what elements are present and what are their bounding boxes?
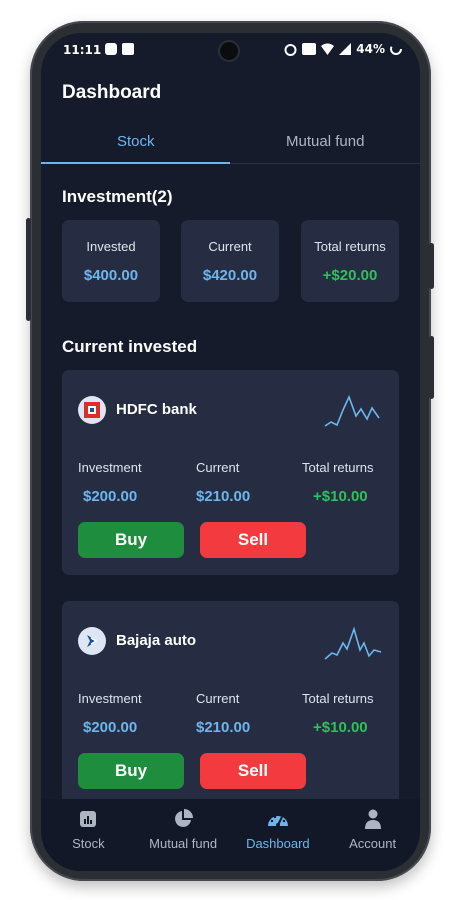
- total-returns-card: Total returns +$20.00: [301, 220, 399, 302]
- sell-button[interactable]: Sell: [200, 522, 306, 558]
- holding-name: HDFC bank: [116, 401, 197, 418]
- total-returns-label: Total returns: [314, 239, 386, 254]
- total-returns-label: Total returns: [302, 691, 374, 706]
- nav-account[interactable]: Account: [325, 807, 420, 851]
- signal-icon: [339, 43, 352, 55]
- volume-button: [26, 218, 31, 321]
- chart-icon: [41, 807, 136, 831]
- speedometer-icon: [231, 807, 326, 831]
- page-title: Dashboard: [62, 82, 162, 103]
- bajaj-logo-icon: [78, 627, 106, 655]
- investment-label: Investment: [78, 691, 142, 706]
- front-camera: [220, 42, 238, 60]
- sparkline-icon: [324, 626, 382, 660]
- nav-mutual-fund[interactable]: Mutual fund: [136, 807, 231, 851]
- user-icon: [325, 807, 420, 831]
- status-bar: 11:11 44%: [41, 33, 420, 67]
- invested-value: $400.00: [83, 267, 139, 284]
- nav-stock[interactable]: Stock: [41, 807, 136, 851]
- invested-card: Invested $400.00: [62, 220, 160, 302]
- battery-percent: 44%: [356, 42, 385, 56]
- current-card: Current $420.00: [181, 220, 279, 302]
- current-label: Current: [196, 691, 240, 706]
- volte-icon: [302, 43, 317, 55]
- investment-value: $200.00: [83, 488, 138, 505]
- current-value: $210.00: [196, 488, 251, 505]
- current-label: Current: [208, 239, 252, 254]
- total-returns-value: +$20.00: [322, 267, 378, 284]
- nav-dashboard[interactable]: Dashboard: [231, 807, 326, 851]
- current-label: Current: [196, 460, 240, 475]
- investment-title: Investment(2): [62, 187, 173, 206]
- battery-icon: [390, 43, 402, 55]
- gallery-icon: [122, 43, 134, 55]
- alarm-icon: [284, 43, 297, 56]
- nav-mutual-fund-label: Mutual fund: [149, 836, 218, 851]
- investment-value: $200.00: [83, 719, 138, 736]
- nav-account-label: Account: [349, 836, 397, 851]
- buy-button[interactable]: Buy: [78, 753, 184, 789]
- nav-dashboard-label: Dashboard: [246, 836, 310, 851]
- hdfc-logo-icon: [78, 396, 106, 424]
- holding-card[interactable]: HDFC bank Investment Current Total retur…: [62, 370, 399, 575]
- status-time: 11:11: [63, 43, 102, 57]
- current-value: $210.00: [196, 719, 251, 736]
- tab-stock[interactable]: Stock: [41, 133, 231, 150]
- status-right: 44%: [284, 42, 402, 56]
- sell-button[interactable]: Sell: [200, 753, 306, 789]
- buy-button[interactable]: Buy: [78, 522, 184, 558]
- current-value: $420.00: [202, 267, 258, 284]
- current-invested-title: Current invested: [62, 337, 198, 356]
- holding-name: Bajaja auto: [116, 632, 197, 649]
- total-returns-label: Total returns: [302, 460, 374, 475]
- app-screen: 11:11 44% Dashboard Stock Mutual fund In…: [41, 33, 420, 871]
- invested-label: Invested: [86, 239, 136, 254]
- pie-chart-icon: [136, 807, 231, 831]
- power-button: [429, 243, 434, 289]
- bottom-nav: Stock Mutual fund Dashboard Account: [41, 799, 420, 871]
- notification-icon: [105, 43, 117, 55]
- holding-card[interactable]: Bajaja auto Investment Current Total ret…: [62, 601, 399, 806]
- nav-stock-label: Stock: [72, 836, 105, 851]
- total-returns-value: +$10.00: [313, 488, 368, 505]
- tab-mutual-fund[interactable]: Mutual fund: [231, 133, 421, 150]
- tab-indicator: [41, 162, 230, 164]
- side-button: [429, 336, 434, 399]
- tab-bar: Stock Mutual fund: [41, 125, 420, 164]
- total-returns-value: +$10.00: [313, 719, 368, 736]
- investment-label: Investment: [78, 460, 142, 475]
- sparkline-icon: [324, 394, 380, 427]
- wifi-icon: [321, 43, 335, 55]
